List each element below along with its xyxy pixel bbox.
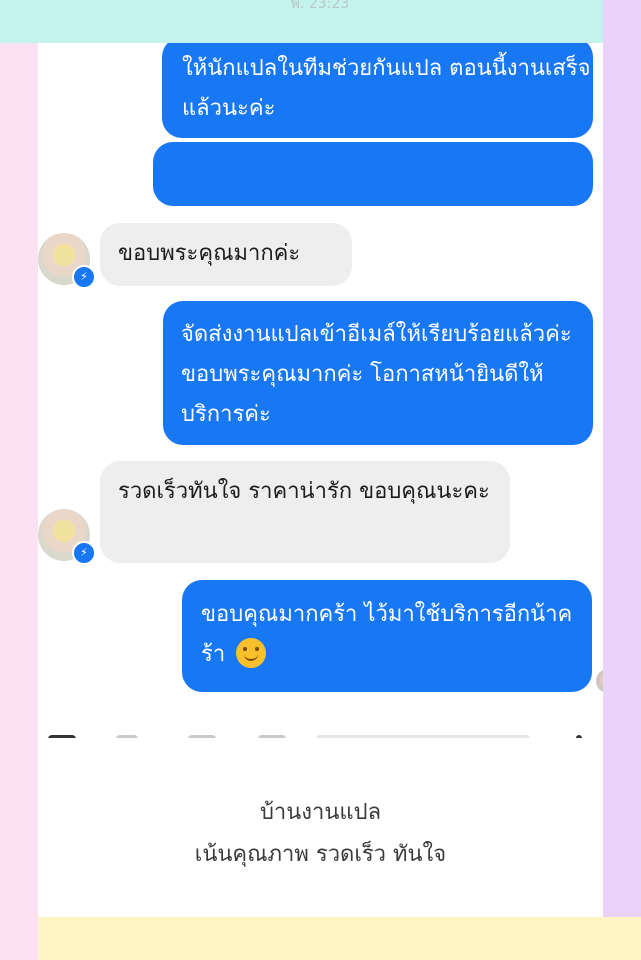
frame-bottom <box>38 917 641 960</box>
messenger-icon: ⚡ <box>72 541 96 565</box>
composer-toolbar <box>38 728 603 738</box>
messenger-icon: ⚡ <box>72 265 96 289</box>
frame-right <box>603 0 641 917</box>
message-bubble-incoming[interactable]: รวดเร็วทันใจ ราคาน่ารัก ขอบคุณนะคะ <box>100 461 510 563</box>
seen-avatar-icon <box>596 669 603 693</box>
message-bubble-outgoing[interactable]: ให้นักแปลในทีมช่วยกันแปล ตอนนี้งานเสร็จแ… <box>162 43 593 138</box>
smiling-face-emoji-icon <box>236 638 267 668</box>
avatar[interactable]: ⚡ <box>38 509 96 565</box>
message-bubble-outgoing[interactable]: ขอบคุณมากคร้า ไว้มาใช้บริการอีกน้าคร้า <box>182 580 592 692</box>
message-text: จัดส่งงานแปลเข้าอีเมล์ให้เรียบร้อยแล้วค่… <box>181 322 572 427</box>
message-timestamp: พ. 23:23 <box>290 0 350 12</box>
caption-title: บ้านงานแปล <box>259 800 382 825</box>
caption-subtitle: เน้นคุณภาพ รวดเร็ว ทันใจ <box>194 842 447 867</box>
message-text: ขอบพระคุณมากค่ะ <box>118 241 301 266</box>
message-bubble-incoming[interactable]: ขอบพระคุณมากค่ะ <box>100 223 352 286</box>
message-bubble-outgoing[interactable] <box>153 142 593 206</box>
caption-panel: บ้านงานแปล เน้นคุณภาพ รวดเร็ว ทันใจ <box>38 738 603 917</box>
avatar[interactable]: ⚡ <box>38 233 96 289</box>
message-bubble-outgoing[interactable]: จัดส่งงานแปลเข้าอีเมล์ให้เรียบร้อยแล้วค่… <box>163 301 593 445</box>
frame-left <box>0 43 38 960</box>
message-text: ให้นักแปลในทีมช่วยกันแปล ตอนนี้งานเสร็จแ… <box>182 56 591 121</box>
message-text: รวดเร็วทันใจ ราคาน่ารัก ขอบคุณนะคะ <box>118 479 490 504</box>
chat-thread[interactable]: ให้นักแปลในทีมช่วยกันแปล ตอนนี้งานเสร็จแ… <box>38 43 603 738</box>
